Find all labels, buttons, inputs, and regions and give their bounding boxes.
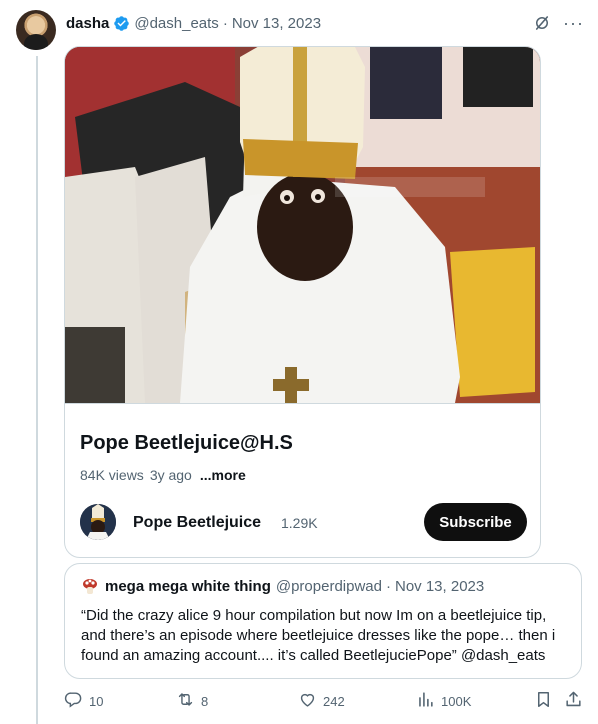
video-views: 84K views bbox=[80, 467, 144, 483]
channel-name[interactable]: Pope Beetlejuice bbox=[133, 514, 261, 532]
quoted-tweet[interactable]: mega mega white thing @properdipwad · No… bbox=[64, 563, 582, 679]
repost-icon bbox=[176, 690, 195, 712]
reply-button[interactable]: 10 bbox=[64, 690, 103, 712]
header-separator: · bbox=[222, 14, 228, 32]
heart-icon bbox=[298, 690, 317, 712]
author-name[interactable]: dasha bbox=[66, 15, 109, 32]
bookmark-icon bbox=[534, 690, 553, 712]
quoted-tweet-text: “Did the crazy alice 9 hour compilation … bbox=[81, 607, 556, 664]
tweet-date[interactable]: Nov 13, 2023 bbox=[232, 15, 321, 32]
grok-icon[interactable] bbox=[533, 14, 551, 32]
repost-button[interactable]: 8 bbox=[176, 690, 208, 712]
reply-icon bbox=[64, 690, 83, 712]
share-icon bbox=[564, 690, 583, 712]
view-count: 100K bbox=[441, 693, 472, 709]
analytics-icon bbox=[416, 690, 435, 712]
quoted-author-avatar[interactable] bbox=[81, 577, 99, 595]
quoted-header-separator: · bbox=[385, 577, 391, 595]
share-button[interactable] bbox=[564, 690, 583, 712]
author-handle[interactable]: @dash_eats bbox=[134, 15, 218, 32]
bookmark-button[interactable] bbox=[534, 690, 553, 712]
reply-count: 10 bbox=[89, 693, 104, 709]
youtube-video-card[interactable]: Pope Beetlejuice@H.S 84K views 3y ago ..… bbox=[64, 46, 541, 558]
tweet-action-bar: 10 8 242 100K bbox=[64, 690, 584, 714]
repost-count: 8 bbox=[201, 693, 209, 709]
subscribe-button[interactable]: Subscribe bbox=[424, 503, 527, 541]
verified-badge-icon bbox=[113, 15, 130, 32]
video-info: Pope Beetlejuice@H.S 84K views 3y ago ..… bbox=[65, 403, 540, 557]
quoted-author-handle[interactable]: @properdipwad bbox=[276, 578, 382, 595]
like-button[interactable]: 242 bbox=[298, 690, 345, 712]
quoted-tweet-date[interactable]: Nov 13, 2023 bbox=[395, 578, 484, 595]
more-icon[interactable]: ··· bbox=[563, 14, 584, 32]
views-button[interactable]: 100K bbox=[416, 690, 471, 712]
video-meta: 84K views 3y ago ...more bbox=[80, 467, 246, 483]
tweet-header: dasha @dash_eats · Nov 13, 2023 ··· bbox=[66, 12, 584, 34]
like-count: 242 bbox=[323, 693, 345, 709]
video-title[interactable]: Pope Beetlejuice@H.S bbox=[80, 432, 293, 455]
quoted-author-name[interactable]: mega mega white thing bbox=[105, 578, 271, 595]
channel-avatar[interactable] bbox=[80, 504, 116, 540]
quoted-tweet-header: mega mega white thing @properdipwad · No… bbox=[81, 577, 484, 595]
video-thumbnail[interactable] bbox=[65, 47, 540, 403]
subscriber-count: 1.29K bbox=[281, 515, 318, 531]
author-avatar[interactable] bbox=[16, 10, 56, 50]
video-age: 3y ago bbox=[149, 467, 192, 483]
description-more-link[interactable]: ...more bbox=[200, 467, 246, 483]
thread-connector-line bbox=[36, 56, 38, 724]
